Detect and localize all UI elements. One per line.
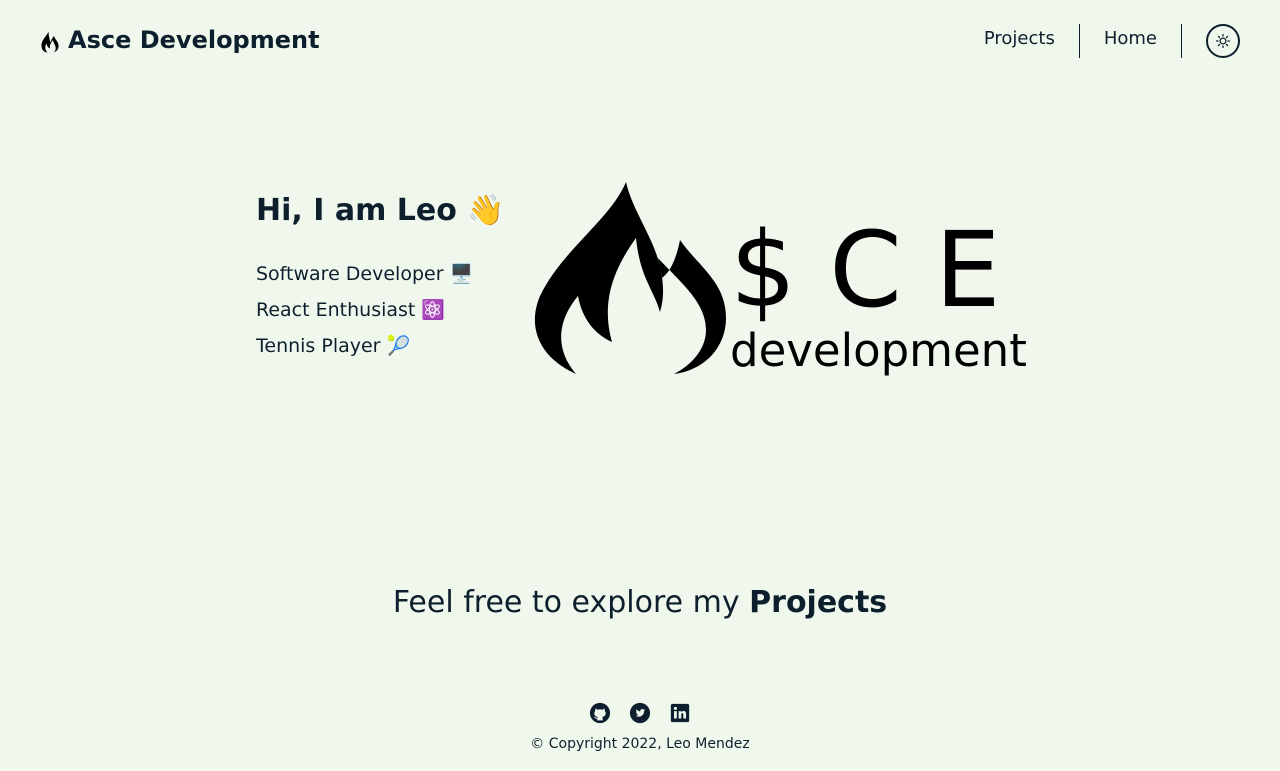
sun-icon <box>1216 34 1230 48</box>
role-item: React Enthusiast ⚛️ <box>256 299 446 321</box>
nav-divider <box>1181 24 1182 58</box>
twitter-icon <box>629 702 651 724</box>
logo-letters: $ C E <box>730 209 1001 331</box>
cta-projects-link[interactable]: Projects <box>749 585 887 620</box>
logo-flame-icon <box>534 182 726 374</box>
linkedin-link[interactable] <box>669 702 691 724</box>
role-item: Tennis Player 🎾 <box>256 335 411 357</box>
flame-icon <box>41 31 59 53</box>
site-header: Asce Development Projects Home <box>0 0 1280 82</box>
asce-logo: $ C E development <box>530 178 1030 378</box>
copyright-text: © Copyright 2022, Leo Mendez <box>530 736 750 752</box>
twitter-link[interactable] <box>629 702 651 724</box>
hero-intro: Hi, I am Leo 👋 Software Developer 🖥️ Rea… <box>256 190 526 364</box>
social-links <box>0 702 1280 724</box>
role-item: Software Developer 🖥️ <box>256 263 474 285</box>
theme-toggle-button[interactable] <box>1206 24 1240 58</box>
explore-projects-cta: Feel free to explore my Projects <box>0 582 1280 624</box>
nav-link-home[interactable]: Home <box>1080 24 1181 58</box>
asce-logo-graphic: $ C E development <box>534 182 1027 377</box>
github-link[interactable] <box>589 702 611 724</box>
linkedin-icon <box>670 703 690 723</box>
cta-text: Feel free to explore my <box>392 585 750 620</box>
github-icon <box>589 702 611 724</box>
brand-name: Asce Development <box>68 26 320 54</box>
nav-link-projects[interactable]: Projects <box>960 24 1079 58</box>
greeting-heading: Hi, I am Leo 👋 <box>256 193 505 228</box>
site-footer: © Copyright 2022, Leo Mendez <box>0 702 1280 752</box>
main-nav: Projects Home <box>960 24 1240 58</box>
role-list: Software Developer 🖥️ React Enthusiast ⚛… <box>256 256 526 364</box>
logo-subtitle: development <box>730 324 1027 377</box>
brand-link[interactable]: Asce Development <box>40 24 320 56</box>
